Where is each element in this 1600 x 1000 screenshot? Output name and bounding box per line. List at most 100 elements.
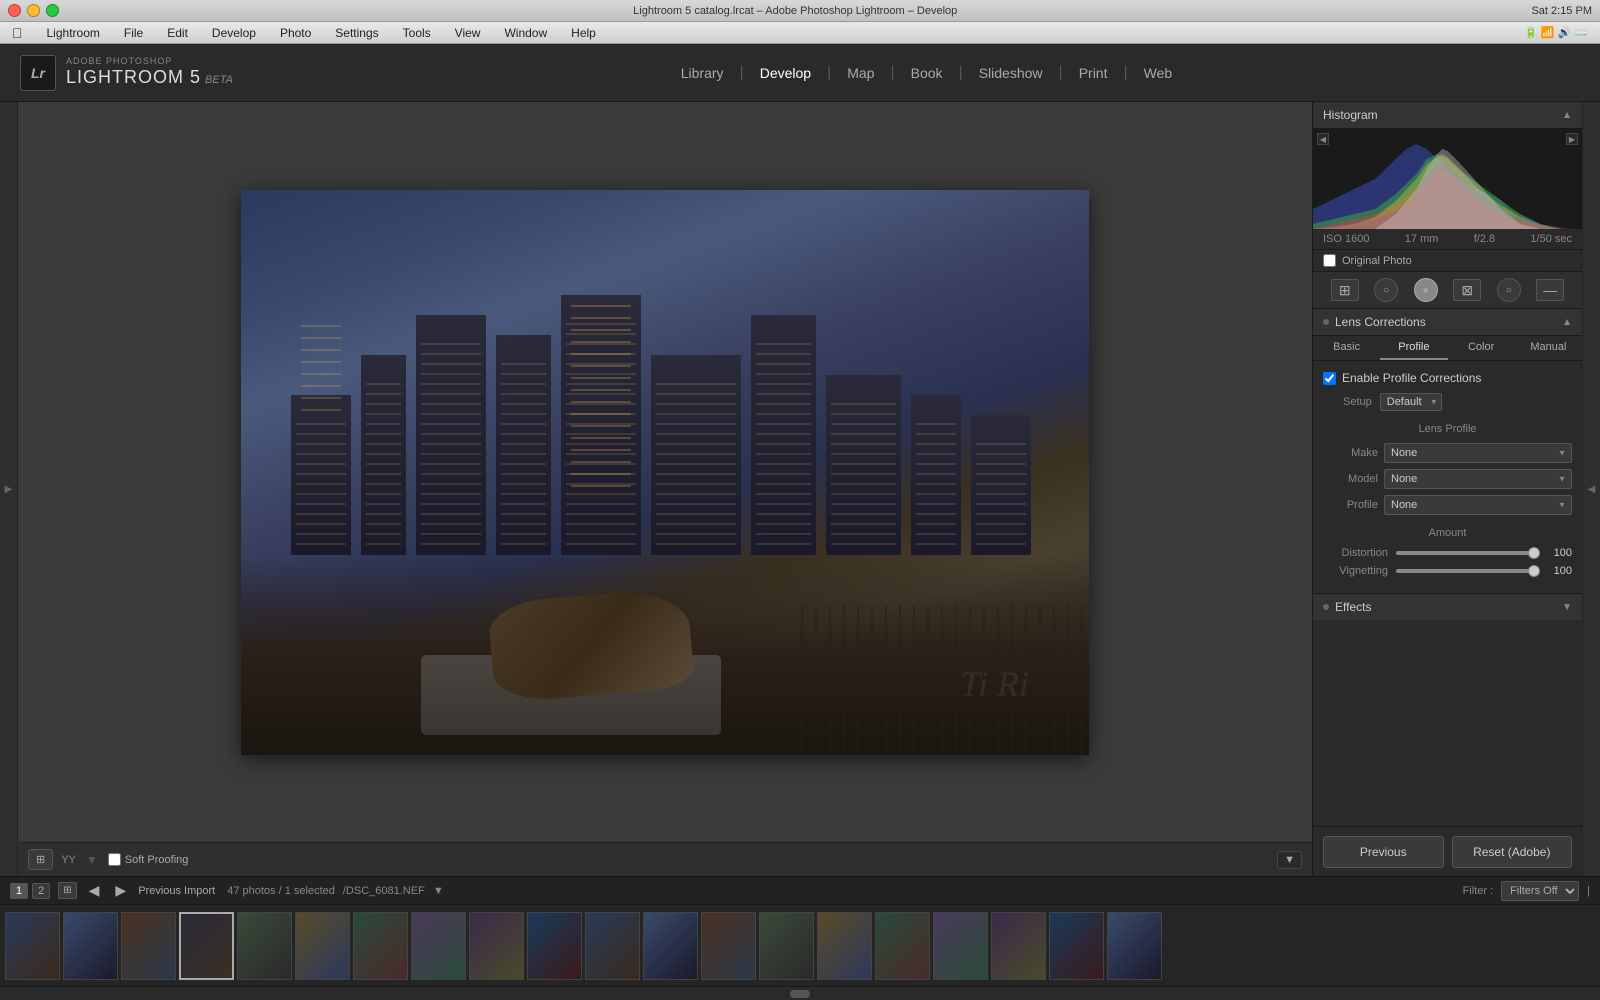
page-num-2[interactable]: 2 — [32, 883, 50, 899]
film-thumb-5[interactable] — [237, 912, 292, 980]
apple-menu[interactable]:  — [8, 25, 27, 41]
film-thumb-12[interactable] — [643, 912, 698, 980]
hist-meta: ISO 1600 17 mm f/2.8 1/50 sec — [1313, 229, 1582, 250]
soft-proofing-check: Soft Proofing — [108, 853, 189, 866]
original-photo-checkbox[interactable] — [1323, 254, 1336, 267]
view-mode-btn[interactable]: ⊞ — [28, 849, 53, 870]
thumb-5-img — [238, 913, 291, 979]
distortion-slider[interactable] — [1396, 551, 1534, 555]
film-thumb-4[interactable] — [179, 912, 234, 980]
help-menu[interactable]: Help — [567, 26, 600, 40]
app-name: LIGHTROOM 5 — [66, 67, 201, 89]
filter-end-btn[interactable]: | — [1587, 885, 1590, 897]
view-menu[interactable]: View — [451, 26, 485, 40]
enable-profile-checkbox[interactable] — [1323, 372, 1336, 385]
make-select[interactable]: None — [1384, 443, 1572, 463]
setup-select[interactable]: Default Custom — [1380, 393, 1442, 411]
filter-select[interactable]: Filters Off — [1501, 881, 1579, 901]
film-thumb-2[interactable] — [63, 912, 118, 980]
film-thumb-10[interactable] — [527, 912, 582, 980]
film-thumb-17[interactable] — [933, 912, 988, 980]
tab-map[interactable]: Map — [831, 57, 890, 89]
lens-tab-profile[interactable]: Profile — [1380, 336, 1447, 360]
thumb-10-img — [528, 913, 581, 979]
close-btn[interactable] — [8, 4, 21, 17]
filmstrip-prev-arrow[interactable]: ◀ — [85, 880, 104, 901]
soft-proofing-checkbox[interactable] — [108, 853, 121, 866]
lens-tab-color[interactable]: Color — [1448, 336, 1515, 360]
film-thumb-8[interactable] — [411, 912, 466, 980]
maximize-btn[interactable] — [46, 4, 59, 17]
tab-develop[interactable]: Develop — [744, 57, 827, 89]
redeye-tool[interactable]: ● — [1414, 278, 1438, 302]
make-row: Make None — [1323, 443, 1572, 463]
film-thumb-6[interactable] — [295, 912, 350, 980]
reset-button[interactable]: Reset (Adobe) — [1452, 836, 1573, 868]
distortion-label: Distortion — [1323, 547, 1388, 559]
lens-corrections-header[interactable]: Lens Corrections ▲ — [1313, 309, 1582, 336]
photo-menu[interactable]: Photo — [276, 26, 315, 40]
film-thumb-20[interactable] — [1107, 912, 1162, 980]
film-thumb-14[interactable] — [759, 912, 814, 980]
adjustment-brush-tool[interactable]: — — [1536, 279, 1564, 301]
left-panel-toggle[interactable]: ▶ — [0, 102, 18, 876]
develop-menu[interactable]: Develop — [208, 26, 260, 40]
tab-web[interactable]: Web — [1128, 57, 1189, 89]
film-thumb-15[interactable] — [817, 912, 872, 980]
lens-tab-basic[interactable]: Basic — [1313, 336, 1380, 360]
tab-print[interactable]: Print — [1063, 57, 1124, 89]
lightroom-menu[interactable]: Lightroom — [43, 26, 104, 40]
minimize-btn[interactable] — [27, 4, 40, 17]
film-thumb-19[interactable] — [1049, 912, 1104, 980]
effects-collapse-icon: ▼ — [1562, 602, 1572, 613]
scroll-indicator[interactable] — [790, 990, 810, 998]
hist-shadow-clip-btn[interactable]: ◀ — [1317, 133, 1329, 145]
effects-header[interactable]: Effects ▼ — [1313, 594, 1582, 620]
previous-button[interactable]: Previous — [1323, 836, 1444, 868]
page-num-1[interactable]: 1 — [10, 883, 28, 899]
filmstrip-next-arrow[interactable]: ▶ — [111, 880, 130, 901]
lens-corrections-dot — [1323, 319, 1329, 325]
distortion-thumb[interactable] — [1528, 547, 1540, 559]
film-thumb-11[interactable] — [585, 912, 640, 980]
film-thumb-13[interactable] — [701, 912, 756, 980]
hist-iso: ISO 1600 — [1323, 233, 1369, 245]
thumb-20-img — [1108, 913, 1161, 979]
vignetting-thumb[interactable] — [1528, 565, 1540, 577]
lens-tab-manual[interactable]: Manual — [1515, 336, 1582, 360]
model-select[interactable]: None — [1384, 469, 1572, 489]
right-panel-toggle[interactable]: ◀ — [1582, 102, 1600, 876]
distortion-fill — [1396, 551, 1534, 555]
film-thumb-1[interactable] — [5, 912, 60, 980]
settings-menu[interactable]: Settings — [331, 26, 382, 40]
foreground-layer — [241, 555, 1089, 755]
profile-select[interactable]: None — [1384, 495, 1572, 515]
hist-highlight-clip-btn[interactable]: ▶ — [1566, 133, 1578, 145]
film-thumb-3[interactable] — [121, 912, 176, 980]
tab-slideshow[interactable]: Slideshow — [963, 57, 1059, 89]
gradient-filter-tool[interactable]: ⊠ — [1453, 279, 1481, 301]
thumb-11-img — [586, 913, 639, 979]
film-thumb-18[interactable] — [991, 912, 1046, 980]
radial-filter-tool[interactable]: ○ — [1497, 278, 1521, 302]
vignetting-slider[interactable] — [1396, 569, 1534, 573]
app-container: Lr ADOBE PHOTOSHOP LIGHTROOM 5 BETA Libr… — [0, 44, 1600, 1000]
crop-tool[interactable]: ⊞ — [1331, 279, 1359, 301]
tools-menu[interactable]: Tools — [399, 26, 435, 40]
film-thumb-16[interactable] — [875, 912, 930, 980]
file-menu[interactable]: File — [120, 26, 147, 40]
center-area: Ti Ri ⊞ YY ▼ Soft Proofing ▼ — [18, 102, 1312, 876]
filmstrip-grid-btn[interactable]: ⊞ — [58, 882, 76, 899]
spot-removal-tool[interactable]: ○ — [1374, 278, 1398, 302]
histogram-header[interactable]: Histogram ▲ — [1313, 102, 1582, 129]
thumb-2-img — [64, 913, 117, 979]
filmstrip-control-bar: 1 2 ⊞ ◀ ▶ Previous Import 47 photos / 1 … — [0, 876, 1600, 904]
view-control-dropdown[interactable]: ▼ — [1277, 851, 1302, 869]
edit-menu[interactable]: Edit — [163, 26, 192, 40]
film-thumb-7[interactable] — [353, 912, 408, 980]
film-thumb-9[interactable] — [469, 912, 524, 980]
setup-row: Setup Default Custom — [1323, 393, 1572, 411]
window-menu[interactable]: Window — [500, 26, 551, 40]
tab-book[interactable]: Book — [895, 57, 959, 89]
tab-library[interactable]: Library — [665, 57, 740, 89]
